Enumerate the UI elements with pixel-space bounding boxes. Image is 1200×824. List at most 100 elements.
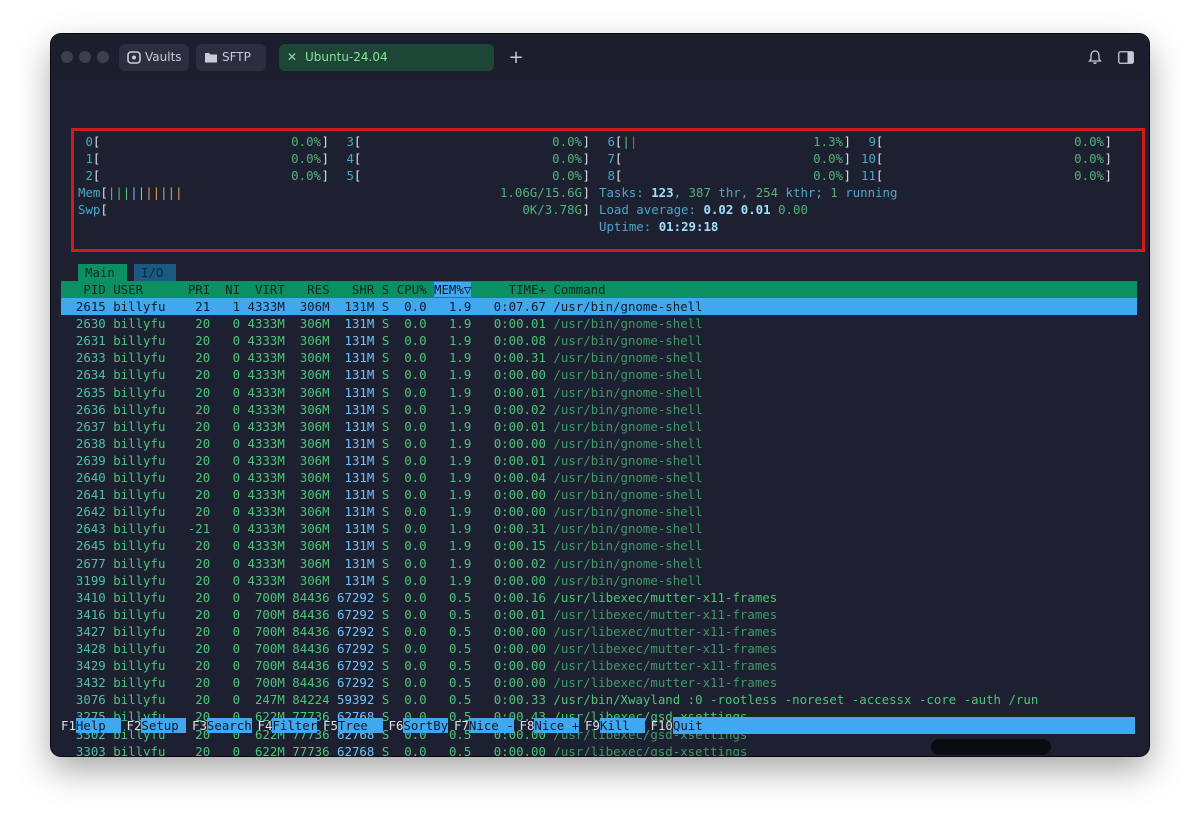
- new-tab-button[interactable]: +: [506, 44, 526, 71]
- virt: 4333M: [247, 333, 293, 349]
- fkey-kill-button[interactable]: F9Kill: [585, 717, 645, 734]
- fkey-tree-button[interactable]: F5Tree: [323, 717, 383, 734]
- state: S 0.0 0.5: [381, 658, 479, 674]
- fkey-search-button[interactable]: F3Search: [192, 717, 252, 734]
- table-row[interactable]: 2615 billyfu 21 1 4333M 306M 131M S 0.0 …: [61, 298, 1137, 315]
- table-row[interactable]: 2641 billyfu 20 0 4333M 306M 131M S 0.0 …: [61, 486, 1137, 503]
- table-row[interactable]: 2635 billyfu 20 0 4333M 306M 131M S 0.0 …: [61, 384, 1137, 401]
- terminal-area[interactable]: 0[0.0%] 1[0.0%] 2[0.0%] 3[0.0%] 4[0.0%] …: [61, 80, 1145, 756]
- table-row[interactable]: 3410 billyfu 20 0 700M 84436 67292 S 0.0…: [61, 589, 1137, 606]
- fkey-help-button[interactable]: F1Help: [61, 717, 121, 734]
- command: /usr/bin/gnome-shell: [553, 521, 703, 537]
- user: billyfu: [113, 692, 188, 708]
- meter-bracket: [: [92, 134, 101, 149]
- table-row[interactable]: 2638 billyfu 20 0 4333M 306M 131M S 0.0 …: [61, 435, 1137, 452]
- tab-vaults[interactable]: Vaults: [119, 44, 189, 71]
- table-header[interactable]: PID USER PRI NI VIRT RES SHR S CPU% MEM%…: [61, 281, 1137, 298]
- priority: 20 0: [187, 435, 248, 451]
- table-row[interactable]: 2634 billyfu 20 0 4333M 306M 131M S 0.0 …: [61, 366, 1137, 383]
- cpu-percent: 1.3%: [813, 134, 843, 149]
- cpu-percent: 0.0%: [1074, 134, 1104, 149]
- table-row[interactable]: 2639 billyfu 20 0 4333M 306M 131M S 0.0 …: [61, 452, 1137, 469]
- table-row[interactable]: 2643 billyfu -21 0 4333M 306M 131M S 0.0…: [61, 520, 1137, 537]
- virt: 700M: [247, 623, 293, 639]
- cpu-meter: 9[0.0%]: [861, 133, 1112, 150]
- table-row[interactable]: 3429 billyfu 20 0 700M 84436 67292 S 0.0…: [61, 657, 1137, 674]
- fkey-label: Filter: [272, 718, 318, 733]
- cpu-index: 2: [78, 168, 93, 183]
- window-minimize-button[interactable]: [79, 51, 91, 63]
- table-row[interactable]: 2631 billyfu 20 0 4333M 306M 131M S 0.0 …: [61, 332, 1137, 349]
- fkey-filter-button[interactable]: F4Filter: [258, 717, 318, 734]
- fkey-number: F9: [585, 718, 600, 733]
- fkey-label: Tree: [337, 718, 383, 733]
- table-row[interactable]: 2677 billyfu 20 0 4333M 306M 131M S 0.0 …: [61, 555, 1137, 572]
- screen-tab-io[interactable]: I/O: [134, 264, 176, 281]
- fkey-setup-button[interactable]: F2Setup: [127, 717, 187, 734]
- close-icon[interactable]: ✕: [287, 44, 297, 71]
- command: /usr/bin/gnome-shell: [553, 384, 703, 400]
- table-row[interactable]: 2637 billyfu 20 0 4333M 306M 131M S 0.0 …: [61, 418, 1137, 435]
- shr: 67292: [337, 623, 382, 639]
- fkey-nice-button[interactable]: F7Nice -: [454, 717, 514, 734]
- table-row[interactable]: 3076 billyfu 20 0 247M 84224 59392 S 0.0…: [61, 691, 1137, 708]
- time: 0:00.00: [478, 367, 554, 383]
- meter-bracket: ]: [321, 168, 329, 183]
- command: /usr/bin/gnome-shell: [553, 538, 703, 554]
- fkey-nice-button[interactable]: F8Nice +: [520, 717, 580, 734]
- redaction-mark: [931, 739, 1051, 755]
- tab-sftp[interactable]: SFTP: [196, 44, 266, 71]
- mem-label: Mem: [78, 185, 101, 200]
- table-row[interactable]: 3428 billyfu 20 0 700M 84436 67292 S 0.0…: [61, 640, 1137, 657]
- cpu-meter: 1[0.0%]: [78, 150, 329, 167]
- res: 306M: [292, 521, 338, 537]
- fkey-number: F4: [257, 718, 273, 733]
- pid: 3428: [61, 641, 114, 656]
- folder-icon: [205, 53, 217, 63]
- table-row[interactable]: 3416 billyfu 20 0 700M 84436 67292 S 0.0…: [61, 606, 1137, 623]
- table-row[interactable]: 2630 billyfu 20 0 4333M 306M 131M S 0.0 …: [61, 315, 1137, 332]
- fkey-number: F8: [519, 718, 535, 733]
- user: billyfu: [113, 470, 188, 485]
- virt: 622M: [247, 743, 293, 756]
- command: /usr/bin/gnome-shell: [553, 555, 703, 571]
- table-row[interactable]: 3427 billyfu 20 0 700M 84436 67292 S 0.0…: [61, 623, 1137, 640]
- table-row[interactable]: 2640 billyfu 20 0 4333M 306M 131M S 0.0 …: [61, 469, 1137, 486]
- sidebar-toggle-icon[interactable]: [1118, 51, 1134, 64]
- tab-ubuntu[interactable]: ✕ Ubuntu-24.04: [279, 44, 494, 71]
- fkey-quit-button[interactable]: F10Quit: [651, 717, 1136, 734]
- virt: 700M: [247, 675, 293, 691]
- mem-meter: Mem[|||||||||| 1.06G/15.6G]: [78, 184, 590, 201]
- window-close-button[interactable]: [61, 51, 73, 63]
- user: billyfu: [113, 504, 188, 520]
- shr: 131M: [337, 350, 382, 366]
- table-row[interactable]: 3199 billyfu 20 0 4333M 306M 131M S 0.0 …: [61, 572, 1137, 589]
- virt: 4333M: [247, 521, 293, 537]
- table-row[interactable]: 2642 billyfu 20 0 4333M 306M 131M S 0.0 …: [61, 503, 1137, 520]
- table-row[interactable]: 3432 billyfu 20 0 700M 84436 67292 S 0.0…: [61, 674, 1137, 691]
- table-row[interactable]: 2645 billyfu 20 0 4333M 306M 131M S 0.0 …: [61, 537, 1137, 554]
- swp-value: 0K/3.78G: [522, 202, 582, 217]
- screen-tab-main[interactable]: Main: [78, 264, 127, 281]
- pid: 3303: [61, 743, 114, 756]
- shr: 131M: [337, 538, 382, 554]
- table-row[interactable]: 2636 billyfu 20 0 4333M 306M 131M S 0.0 …: [61, 401, 1137, 418]
- fkey-label: SortBy: [403, 718, 449, 733]
- window-zoom-button[interactable]: [97, 51, 109, 63]
- res: 84436: [292, 606, 338, 622]
- res: 306M: [292, 316, 338, 332]
- virt: 700M: [247, 589, 293, 605]
- uptime-line: Uptime: 01:29:18: [599, 218, 718, 235]
- table-row[interactable]: 2633 billyfu 20 0 4333M 306M 131M S 0.0 …: [61, 349, 1137, 366]
- cpu-index: 0: [78, 134, 93, 149]
- priority: 20 0: [187, 401, 248, 417]
- kthr-count: 254: [755, 185, 779, 200]
- pid: 2635: [61, 384, 114, 400]
- time: 0:00.02: [478, 401, 554, 417]
- column-headers: TIME+ Command: [471, 282, 606, 297]
- time: 0:00.01: [478, 316, 554, 332]
- fkey-sortby-button[interactable]: F6SortBy: [389, 717, 449, 734]
- fkey-label: Search: [206, 718, 252, 733]
- virt: 4333M: [247, 316, 293, 332]
- bell-icon[interactable]: [1087, 49, 1103, 65]
